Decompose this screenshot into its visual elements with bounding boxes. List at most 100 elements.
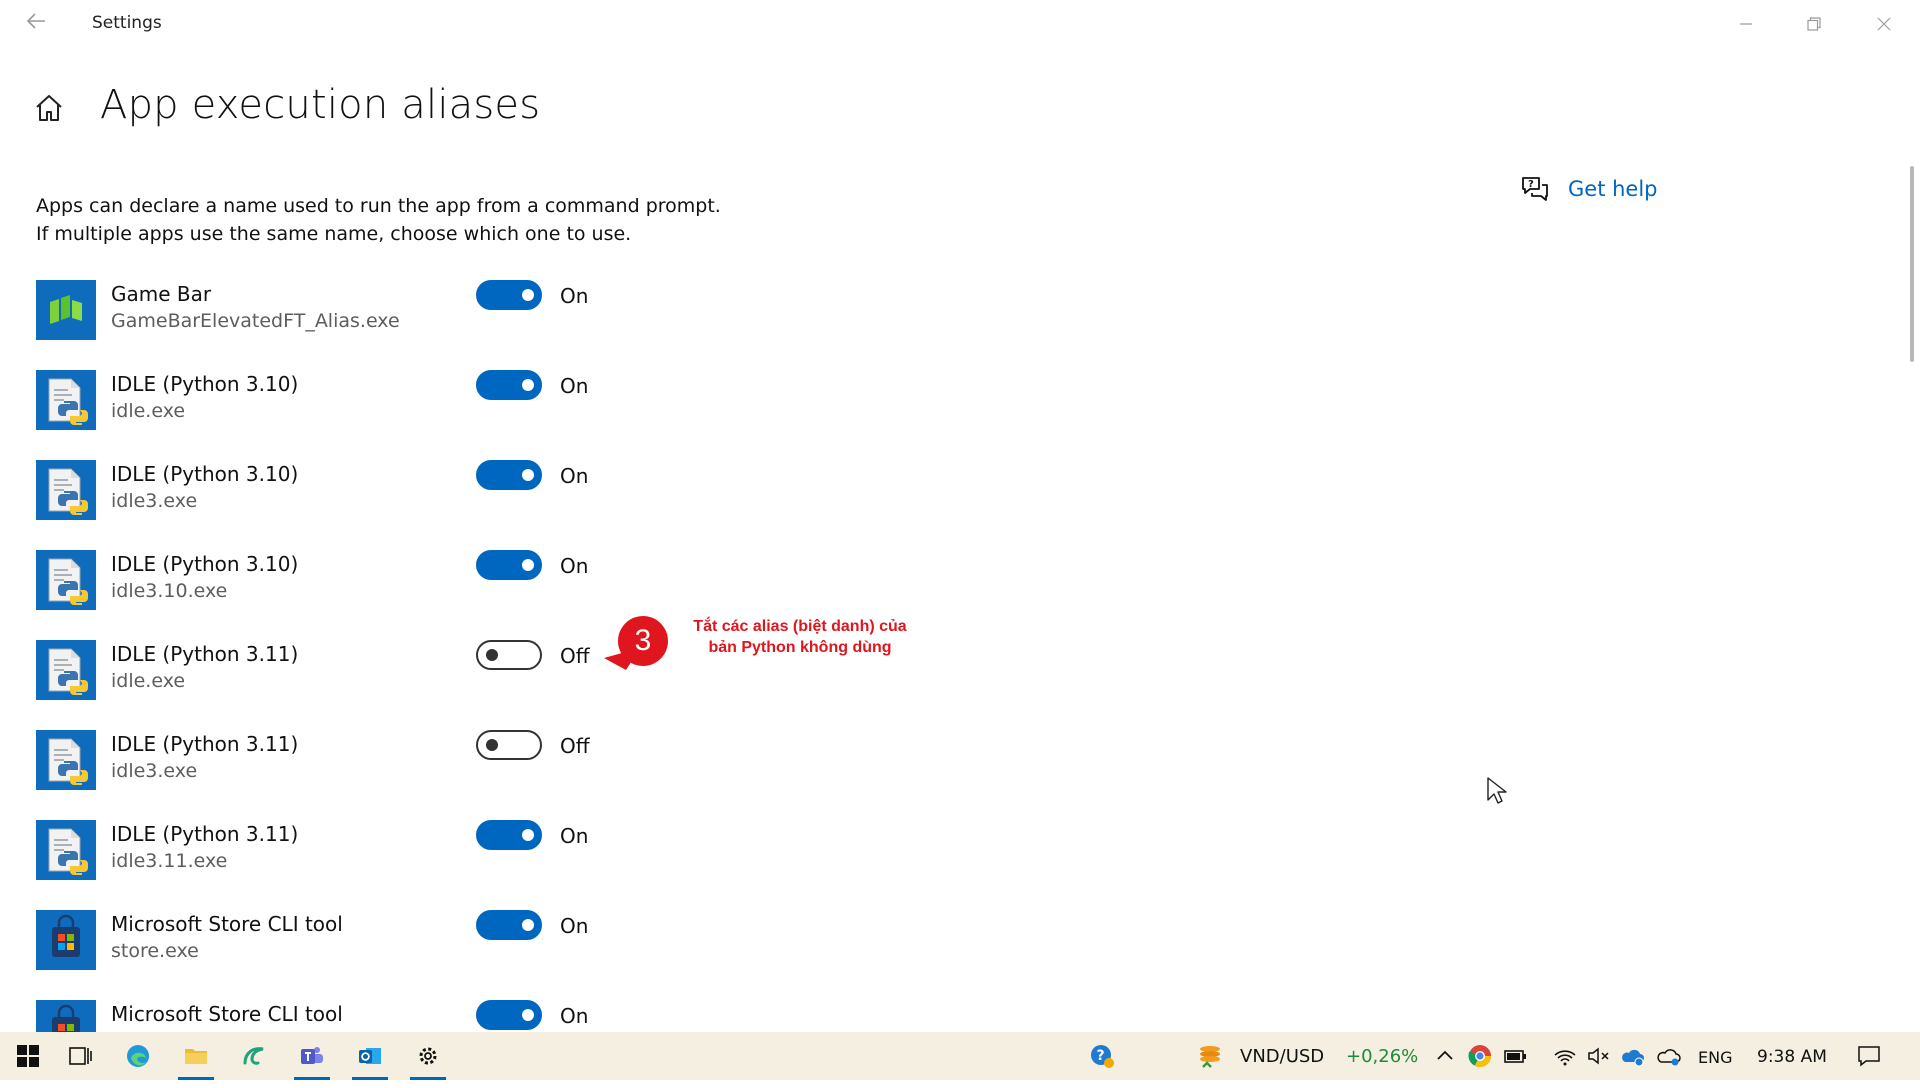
toggle-knob [522,919,534,931]
alias-toggle[interactable] [476,460,542,490]
taskbar-teams[interactable] [286,1032,338,1080]
alias-exe: idle.exe [111,400,186,422]
tray-battery[interactable] [1500,1032,1530,1080]
volume-muted-icon [1588,1047,1609,1065]
taskbar-settings[interactable] [402,1032,454,1080]
alias-exe: idle.exe [111,670,186,692]
alias-row: Game Bar GameBarElevatedFT_Alias.exe On [36,278,1136,368]
vertical-scrollbar[interactable] [1910,166,1914,362]
tray-volume[interactable] [1584,1032,1614,1080]
tray-chrome[interactable] [1465,1032,1495,1080]
chevron-up-icon [1437,1050,1453,1060]
toggle-knob [486,649,498,661]
toggle-knob [522,469,534,481]
python-file-icon [36,550,96,610]
taskbar-edge[interactable] [112,1032,164,1080]
home-icon[interactable] [33,92,65,124]
toggle-state-label: On [560,914,589,938]
show-hidden-icons[interactable] [1429,1032,1461,1080]
alias-row: IDLE (Python 3.11) idle3.exe Off [36,728,1136,818]
app-name: Game Bar [111,282,212,306]
app-name: IDLE (Python 3.10) [111,552,299,576]
toggle-knob [522,379,534,391]
restore-button[interactable] [1780,0,1848,48]
annotation-line-1: Tắt các alias (biệt danh) của [693,618,907,635]
coins-icon [1200,1046,1220,1068]
toggle-knob [486,739,498,751]
wave-app-icon [243,1047,264,1065]
taskbar-app-wave[interactable] [228,1032,280,1080]
wifi-icon [1554,1050,1576,1066]
toggle-state-label: Off [560,734,590,758]
toggle-knob [522,289,534,301]
alias-exe: idle3.exe [111,760,198,782]
alias-row: Microsoft Store CLI tool store.exe On [36,908,1136,998]
store-icon [36,910,96,970]
minimize-button[interactable] [1712,0,1780,48]
alias-toggle[interactable] [476,910,542,940]
get-help[interactable]: ? Get help [1520,174,1658,204]
alias-toggle[interactable] [476,550,542,580]
taskbar-outlook[interactable] [344,1032,396,1080]
python-file-icon [36,460,96,520]
back-arrow-icon[interactable] [22,10,50,38]
alias-row: IDLE (Python 3.11) idle.exe Off [36,638,1136,728]
toggle-state-label: On [560,824,589,848]
windows-logo-icon [17,1045,39,1067]
task-view-button[interactable] [54,1032,106,1080]
alias-exe: idle3.10.exe [111,580,228,602]
notification-icon [1858,1046,1880,1067]
toggle-state-label: On [560,374,589,398]
alias-row: IDLE (Python 3.10) idle3.exe On [36,458,1136,548]
action-center-button[interactable] [1846,1032,1892,1080]
toggle-state-label: On [560,554,589,578]
toggle-knob [522,559,534,571]
app-name: IDLE (Python 3.11) [111,822,299,846]
taskbar: ? VND/USD +0,26% ENG 9:38 AM [0,1032,1920,1080]
alias-toggle[interactable] [476,370,542,400]
toggle-knob [522,1009,534,1021]
clock-time[interactable]: 9:38 AM [1757,1047,1827,1067]
input-language[interactable]: ENG [1698,1048,1732,1067]
alias-toggle[interactable] [476,1000,542,1030]
app-name: IDLE (Python 3.11) [111,642,299,666]
tray-onedrive[interactable] [1618,1032,1648,1080]
annotation-line-2: bản Python không dùng [708,639,892,656]
python-file-icon [36,820,96,880]
currency-widget-icon[interactable] [1184,1032,1236,1080]
tray-wifi[interactable] [1550,1032,1580,1080]
close-button[interactable] [1850,0,1918,48]
alias-toggle[interactable] [476,820,542,850]
python-file-icon [36,640,96,700]
alias-toggle[interactable] [476,730,542,760]
get-help-link[interactable]: Get help [1568,177,1658,201]
title-bar: Settings [0,0,1920,48]
task-view-icon [69,1047,92,1065]
teams-icon [301,1047,323,1064]
python-file-icon [36,730,96,790]
taskbar-help[interactable]: ? [1076,1032,1128,1080]
annotation-text: Tắt các alias (biệt danh) của bản Python… [660,616,940,658]
folder-icon [185,1049,207,1064]
alias-toggle[interactable] [476,640,542,670]
alias-toggle[interactable] [476,280,542,310]
alias-exe: GameBarElevatedFT_Alias.exe [111,310,400,332]
alias-exe: store.exe [111,940,199,962]
alias-row: IDLE (Python 3.11) idle3.11.exe On [36,818,1136,908]
description-line-2: If multiple apps use the same name, choo… [36,223,632,245]
alias-exe: idle3.exe [111,490,198,512]
svg-text:?: ? [1097,1048,1105,1064]
alias-list: Game Bar GameBarElevatedFT_Alias.exe On IDL… [36,278,1136,1088]
taskbar-file-explorer[interactable] [170,1032,222,1080]
page-description: Apps can declare a name used to run the … [36,192,721,248]
mouse-cursor-icon [1487,777,1507,804]
start-button[interactable] [2,1032,54,1080]
alias-exe: idle3.11.exe [111,850,228,872]
currency-pair[interactable]: VND/USD [1240,1046,1324,1067]
app-name: IDLE (Python 3.11) [111,732,299,756]
tray-onedrive-personal[interactable] [1654,1032,1684,1080]
gear-icon [419,1047,437,1065]
currency-change[interactable]: +0,26% [1346,1046,1418,1067]
battery-icon [1504,1050,1526,1063]
description-line-1: Apps can declare a name used to run the … [36,195,721,217]
